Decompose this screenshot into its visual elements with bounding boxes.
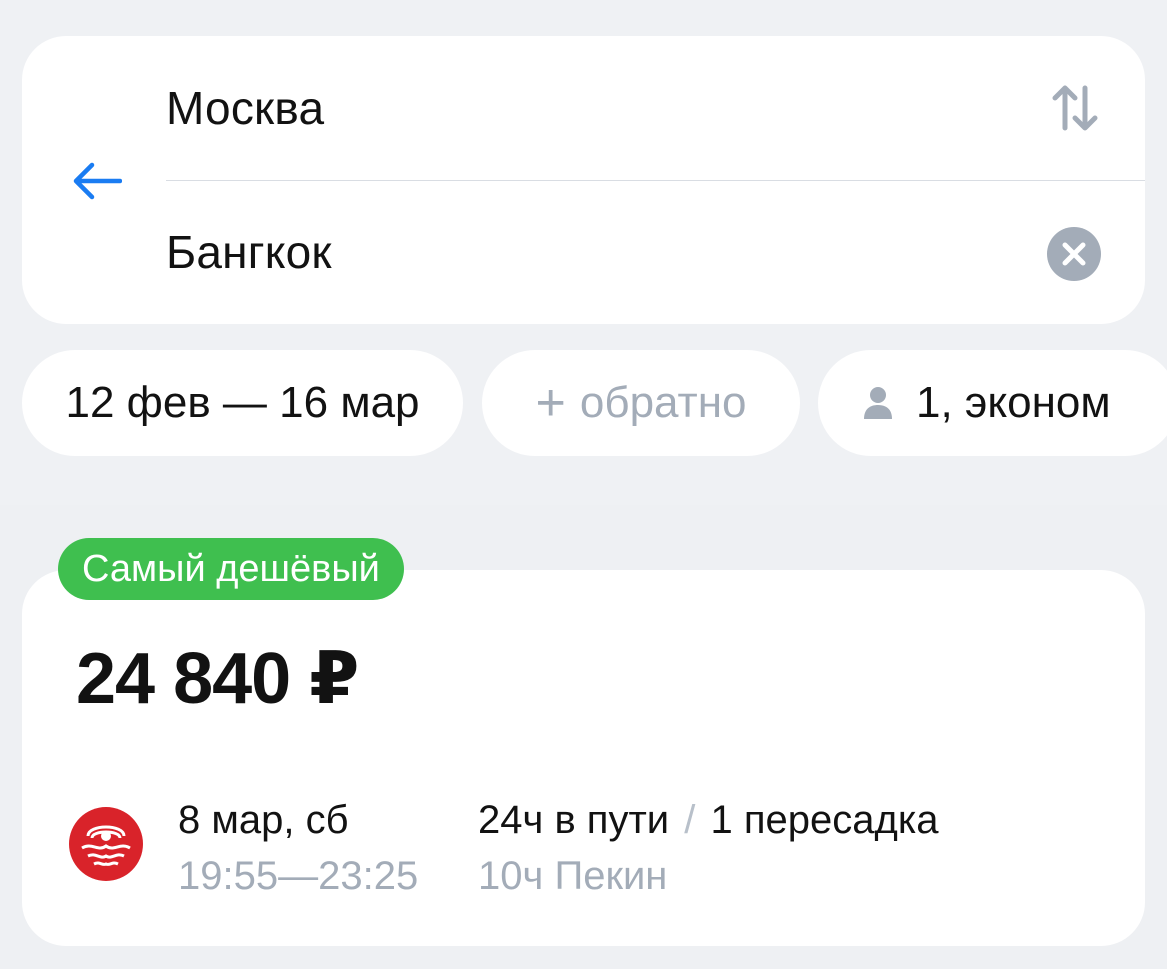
flight-info-column: 24ч в пути / 1 пересадка 10ч Пекин: [478, 792, 938, 904]
arrow-left-icon: [73, 162, 122, 200]
flight-summary: 24ч в пути / 1 пересадка: [478, 792, 938, 848]
summary-separator: /: [684, 798, 696, 842]
airline-logo-icon: [68, 806, 144, 882]
clear-circle-icon: [1062, 242, 1086, 266]
flight-duration: 24ч в пути: [478, 798, 670, 842]
origin-input[interactable]: Москва: [166, 81, 1145, 135]
swap-vertical-icon: [1052, 85, 1098, 131]
flight-date: 8 мар, сб: [178, 798, 349, 842]
swap-button[interactable]: [1047, 80, 1103, 136]
person-icon: [862, 385, 894, 421]
layover-info: 10ч Пекин: [478, 854, 668, 898]
origin-field[interactable]: Москва: [166, 36, 1145, 180]
passengers-button[interactable]: 1, эконом: [818, 350, 1167, 456]
flight-times: 19:55—23:25: [178, 854, 419, 898]
cheapest-badge: Самый дешёвый: [58, 538, 404, 600]
flight-time-column: 8 мар, сб 19:55—23:25: [178, 792, 418, 904]
dates-label: 12 фев — 16 мар: [65, 378, 420, 427]
passengers-label: 1, эконом: [916, 378, 1111, 427]
destination-input[interactable]: Бангкок: [166, 225, 1145, 279]
add-return-button[interactable]: + обратно: [482, 350, 800, 456]
back-button[interactable]: [66, 154, 126, 208]
destination-field[interactable]: Бангкок: [166, 180, 1145, 324]
search-card: Москва Бангкок: [22, 36, 1145, 324]
flight-stops: 1 пересадка: [710, 798, 939, 842]
badge-label: Самый дешёвый: [82, 547, 380, 590]
ticket-price: 24 840 ₽: [76, 639, 359, 719]
plus-icon: +: [535, 374, 566, 432]
dates-button[interactable]: 12 фев — 16 мар: [22, 350, 463, 456]
return-label: обратно: [579, 378, 747, 427]
clear-destination-button[interactable]: [1047, 227, 1101, 281]
